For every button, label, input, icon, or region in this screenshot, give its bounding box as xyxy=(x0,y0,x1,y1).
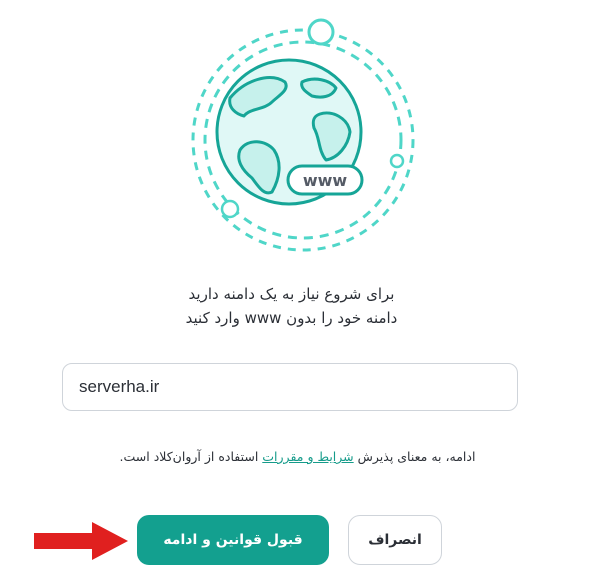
domain-setup-page: www برای شروع نیاز به یک دامنه دارید دام… xyxy=(0,0,607,588)
cancel-button[interactable]: انصراف xyxy=(348,515,442,565)
terms-link[interactable]: شرایط و مقررات xyxy=(262,449,353,464)
intro-text: برای شروع نیاز به یک دامنه دارید دامنه خ… xyxy=(0,282,607,330)
terms-consent-text: ادامه، به معنای پذیرش شرایط و مقررات است… xyxy=(0,449,607,464)
consent-prefix: ادامه، به معنای پذیرش xyxy=(353,449,476,464)
globe-www-illustration: www xyxy=(191,18,415,252)
orbit-dot-top xyxy=(307,18,335,46)
intro-line-2: دامنه خود را بدون www وارد کنید xyxy=(185,309,398,327)
red-arrow-icon xyxy=(34,522,128,560)
domain-input[interactable] xyxy=(62,363,518,411)
accept-terms-label: قبول قوانین و ادامه xyxy=(163,532,303,548)
www-badge-text: www xyxy=(303,171,348,190)
orbit-dot-right xyxy=(389,153,405,169)
cancel-label: انصراف xyxy=(368,532,422,548)
accept-terms-button[interactable]: قبول قوانین و ادامه xyxy=(137,515,329,565)
intro-line-1: برای شروع نیاز به یک دامنه دارید xyxy=(188,285,395,303)
orbit-dot-left xyxy=(220,199,240,219)
consent-suffix: استفاده از آروان‌کلاد است. xyxy=(119,449,263,464)
